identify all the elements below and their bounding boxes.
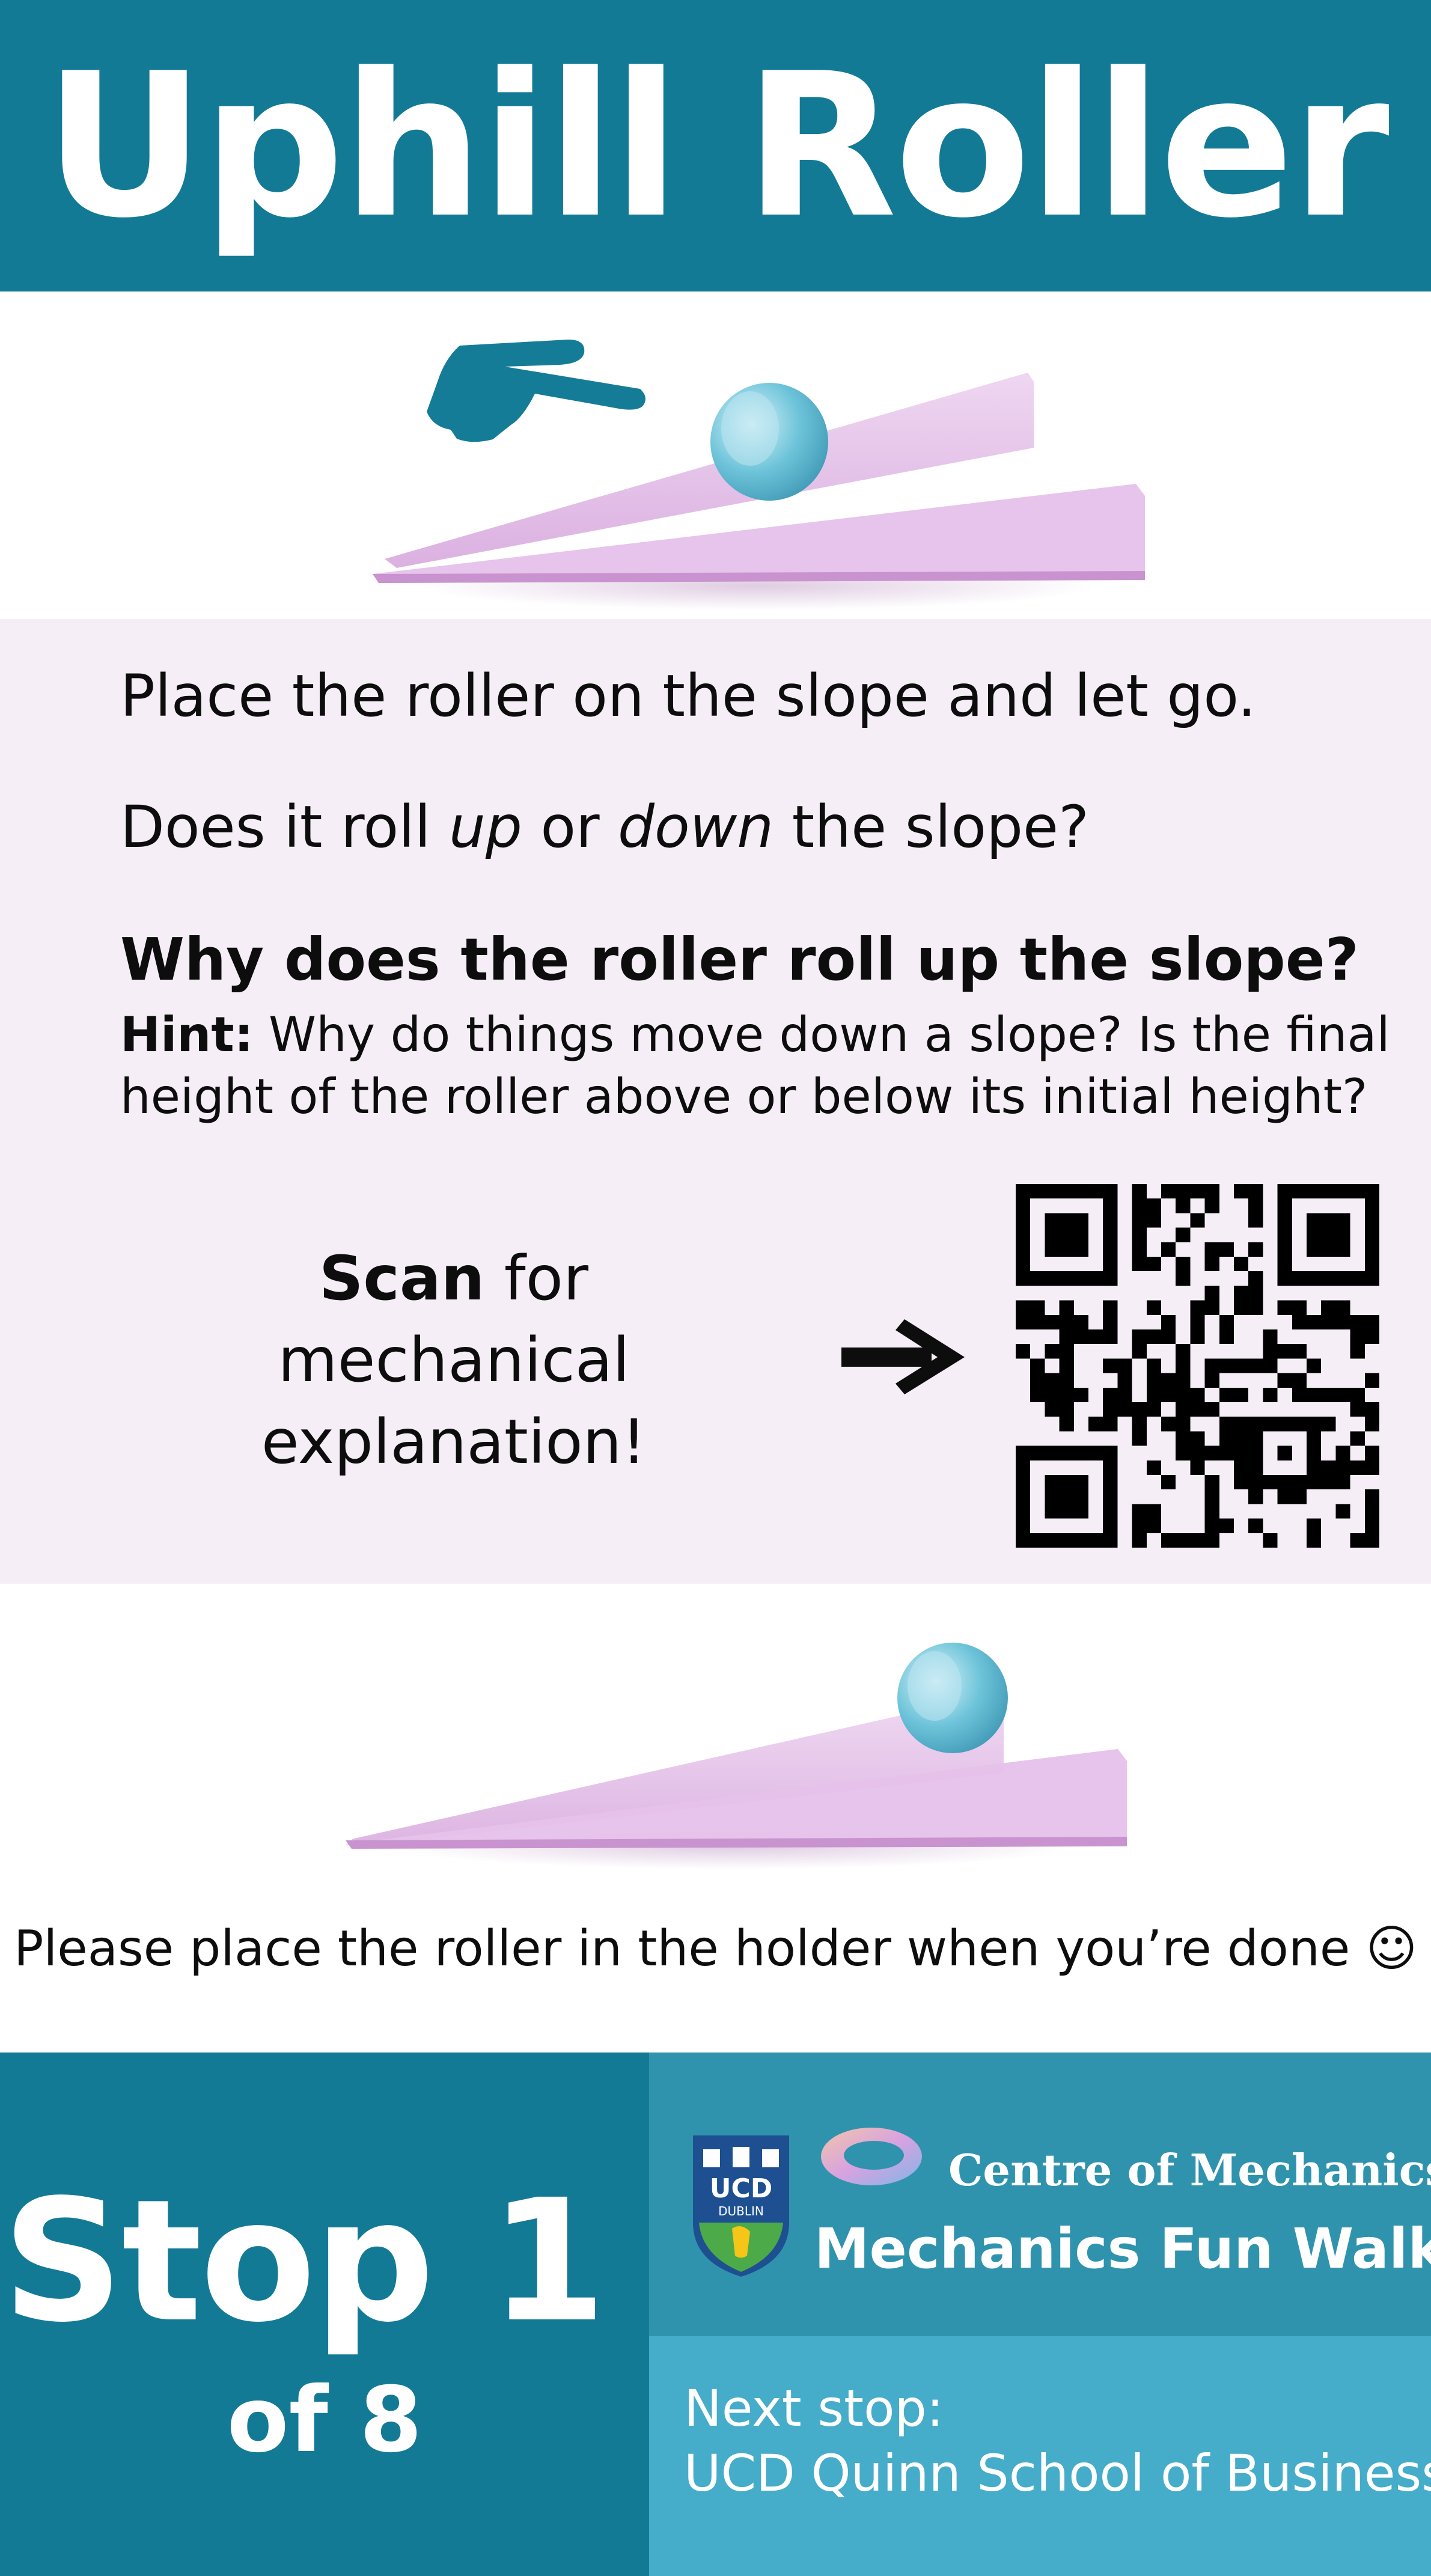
hint-label: Hint: — [120, 1007, 254, 1063]
scan-prompt-line-1: Scan for — [78, 1238, 829, 1320]
centre-of-mechanics-logo — [821, 2128, 922, 2185]
fun-walk-name: Mechanics Fun Walk — [814, 2217, 1431, 2281]
instruction-word-down: down — [618, 793, 774, 861]
ramp-illustration-top — [373, 340, 1145, 610]
instruction-line-2-part1: Does it roll — [120, 793, 450, 861]
page-title: Uphill Roller — [44, 30, 1390, 261]
stop-total: of 8 — [227, 2368, 423, 2473]
question-heading: Why does the roller roll up the slope? — [120, 926, 1359, 993]
pointing-hand-icon — [427, 340, 645, 442]
scan-word: Scan — [319, 1243, 485, 1314]
ucd-crest-logo: UCD DUBLIN — [693, 2135, 789, 2277]
ramp-illustration-bottom — [346, 1643, 1127, 1869]
instruction-line-2-end: the slope? — [773, 793, 1090, 861]
ucd-logo-text: UCD — [710, 2173, 773, 2204]
hint-text-1: Why do things move down a slope? Is the … — [253, 1007, 1390, 1063]
hint-line-2: height of the roller above or below its … — [120, 1069, 1368, 1125]
instruction-line-1: Place the roller on the slope and let go… — [120, 662, 1256, 730]
instruction-line-2-mid: or — [522, 793, 618, 861]
scan-prompt: Scan for mechanical explanation! — [78, 1238, 829, 1483]
scan-prompt-line-2: mechanical explanation! — [261, 1325, 647, 1478]
hint-line-1: Hint: Why do things move down a slope? I… — [120, 1007, 1390, 1063]
instruction-line-2: Does it roll up or down the slope? — [120, 793, 1089, 861]
stop-number: Stop 1 — [2, 2164, 607, 2360]
next-stop-label: Next stop: — [684, 2379, 944, 2438]
qr-code[interactable] — [1016, 1184, 1379, 1548]
instruction-word-up: up — [449, 793, 522, 861]
return-roller-note: Please place the roller in the holder wh… — [14, 1920, 1417, 1977]
next-stop-location: UCD Quinn School of Business — [684, 2444, 1431, 2503]
scan-rest: for — [484, 1243, 589, 1314]
centre-of-mechanics-name: Centre of Mechanics — [948, 2144, 1431, 2196]
ucd-logo-subtext: DUBLIN — [718, 2204, 764, 2218]
right-arrow-icon — [841, 1319, 965, 1394]
